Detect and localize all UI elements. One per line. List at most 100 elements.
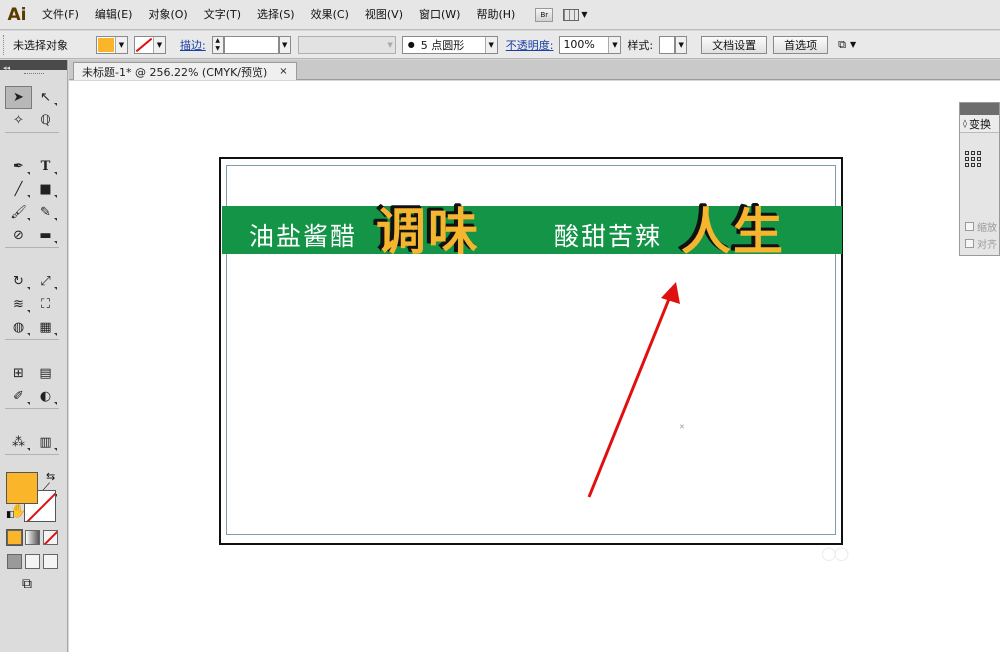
none-mode-icon[interactable] [43,530,58,545]
tool-divider [5,408,59,410]
ref-point[interactable] [971,163,975,167]
paintbrush-icon[interactable]: 🖌 [5,201,32,224]
scale-strokes-checkbox[interactable]: 缩放 [965,219,1000,234]
magic-wand-icon[interactable]: ✧ [5,109,32,132]
blend-icon[interactable]: ◐ [32,385,59,408]
collapse-icon[interactable]: ◂◂ [0,64,10,72]
canvas[interactable]: 油盐酱醋 调味 酸甜苦辣 人生 ✕ ○○ [69,81,1000,652]
close-icon[interactable]: × [279,66,287,77]
chevron-down-icon: ▼ [115,36,127,53]
free-transform-icon[interactable]: ⛶ [32,293,59,316]
menu-view[interactable]: 视图(V) [357,0,411,30]
eraser-icon[interactable]: ▬ [32,224,59,247]
ref-point[interactable] [977,157,981,161]
stroke-color-picker[interactable]: ▼ [134,35,166,54]
color-mode-icon[interactable] [6,529,23,546]
gradient-mode-icon[interactable] [25,530,40,545]
ref-point[interactable] [971,151,975,155]
transform-panel-tab[interactable]: ◊ 变换 [960,115,999,133]
ref-point[interactable] [965,157,969,161]
rotate-icon[interactable]: ↻ [5,270,32,293]
draw-mode-row [7,554,58,569]
pencil-icon[interactable]: ✎ [32,201,59,224]
ref-point[interactable] [971,157,975,161]
opacity-field[interactable]: 100% ▼ [559,35,622,54]
document-tab[interactable]: 未标题-1* @ 256.22% (CMYK/预览) × [73,62,297,80]
chevron-down-icon[interactable]: ▼ [850,40,856,49]
menu-effect[interactable]: 效果(C) [303,0,357,30]
graphic-style-dropdown[interactable]: ▼ [675,35,688,54]
tool-grid: ➤ ↖ ✧ ℚ ✒ T ╱ ■ 🖌 ✎ ⊘ ▬ ↻ ⤢ ≋ ⛶ ◍ ▦ ⊞ ▤ … [5,86,59,523]
brush-definition-dropdown[interactable]: ● 5 点圆形 ▼ [401,35,498,54]
artwork-text-small-2[interactable]: 酸甜苦辣 [554,217,662,253]
eyedropper-icon[interactable]: ✐ [5,385,32,408]
draw-behind-icon[interactable] [25,554,40,569]
perspective-grid-icon[interactable]: ▦ [32,316,59,339]
tools-panel-header[interactable]: ◂◂ [0,60,67,72]
line-icon[interactable]: ╱ [5,178,32,201]
scale-icon[interactable]: ⤢ [32,270,59,293]
reference-point-grid[interactable] [965,151,983,169]
preferences-button[interactable]: 首选项 [773,35,829,54]
width-icon[interactable]: ≋ [5,293,32,316]
stroke-weight-stepper[interactable]: ▲ ▼ [211,35,224,54]
lasso-icon[interactable]: ℚ [32,109,59,132]
ref-point[interactable] [977,151,981,155]
draw-inside-icon[interactable] [43,554,58,569]
menu-file[interactable]: 文件(F) [34,0,87,30]
menu-edit[interactable]: 编辑(E) [87,0,141,30]
arrange-documents-button[interactable]: ▼ [563,8,587,21]
graphic-style-swatch[interactable] [659,35,676,54]
screen-mode-icon[interactable]: ⧉ [22,576,32,592]
document-setup-button[interactable]: 文档设置 [701,35,768,54]
shape-builder-icon[interactable]: ◍ [5,316,32,339]
menu-bar: Ai 文件(F) 编辑(E) 对象(O) 文字(T) 选择(S) 效果(C) 视… [0,0,1000,30]
draw-normal-icon[interactable] [7,554,22,569]
artwork-text-big-2[interactable]: 人生 [681,192,785,264]
transform-tab-label: 变换 [968,117,991,131]
fill-color-picker[interactable]: ▼ [96,35,128,54]
opacity-label[interactable]: 不透明度: [500,37,560,53]
selection-icon[interactable]: ➤ [5,86,32,109]
align-pixel-checkbox[interactable]: 对齐 [965,236,1000,251]
menu-type[interactable]: 文字(T) [196,0,249,30]
menu-help[interactable]: 帮助(H) [468,0,523,30]
mesh-icon[interactable]: ⊞ [5,362,32,385]
pen-icon[interactable]: ✒ [5,155,32,178]
artwork-text-big-1[interactable]: 调味 [376,192,480,264]
fill-color-box[interactable] [6,472,38,504]
rectangle-icon[interactable]: ■ [32,178,59,201]
swap-fill-stroke-icon[interactable]: ⇆ [46,470,55,483]
app-logo: Ai [7,4,27,25]
blob-brush-icon[interactable]: ⊘ [5,224,32,247]
stroke-weight-dropdown[interactable]: ▼ [278,35,291,54]
arrange-grid-icon [563,8,580,21]
type-icon[interactable]: T [32,155,59,178]
artwork-text-small-1[interactable]: 油盐酱醋 [249,217,357,253]
default-colors-icon[interactable]: ◧ [6,510,15,520]
brush-definition-value: 5 点圆形 [420,38,465,52]
symbol-sprayer-icon[interactable]: ⁂ [5,431,32,454]
ref-point[interactable] [965,163,969,167]
ref-point[interactable] [965,151,969,155]
document-tab-bar: 未标题-1* @ 256.22% (CMYK/预览) × [69,60,1000,80]
column-graph-icon[interactable]: ▥ [32,431,59,454]
menu-window[interactable]: 窗口(W) [411,0,468,30]
arrange-icon[interactable]: ⧉ [838,38,846,52]
arrow-shaft [587,293,673,498]
stroke-weight-field[interactable] [223,35,279,54]
bridge-button[interactable]: Br [535,7,554,22]
ref-point[interactable] [977,163,981,167]
menu-object[interactable]: 对象(O) [140,0,195,30]
tools-panel-grip[interactable] [0,70,67,78]
tool-divider [5,454,59,456]
menu-select[interactable]: 选择(S) [249,0,303,30]
stroke-label[interactable]: 描边: [174,37,212,53]
direct-selection-icon[interactable]: ↖ [32,86,59,109]
chevron-down-icon: ▼ [484,36,497,53]
color-mode-row [6,529,58,546]
transform-panel-header[interactable] [960,103,999,115]
gradient-icon[interactable]: ▤ [32,362,59,385]
artboard[interactable]: 油盐酱醋 调味 酸甜苦辣 人生 ✕ [219,157,843,545]
tools-panel: ◂◂ ➤ ↖ ✧ ℚ ✒ T ╱ ■ 🖌 ✎ ⊘ ▬ ↻ ⤢ ≋ ⛶ ◍ ▦ ⊞… [0,60,68,652]
